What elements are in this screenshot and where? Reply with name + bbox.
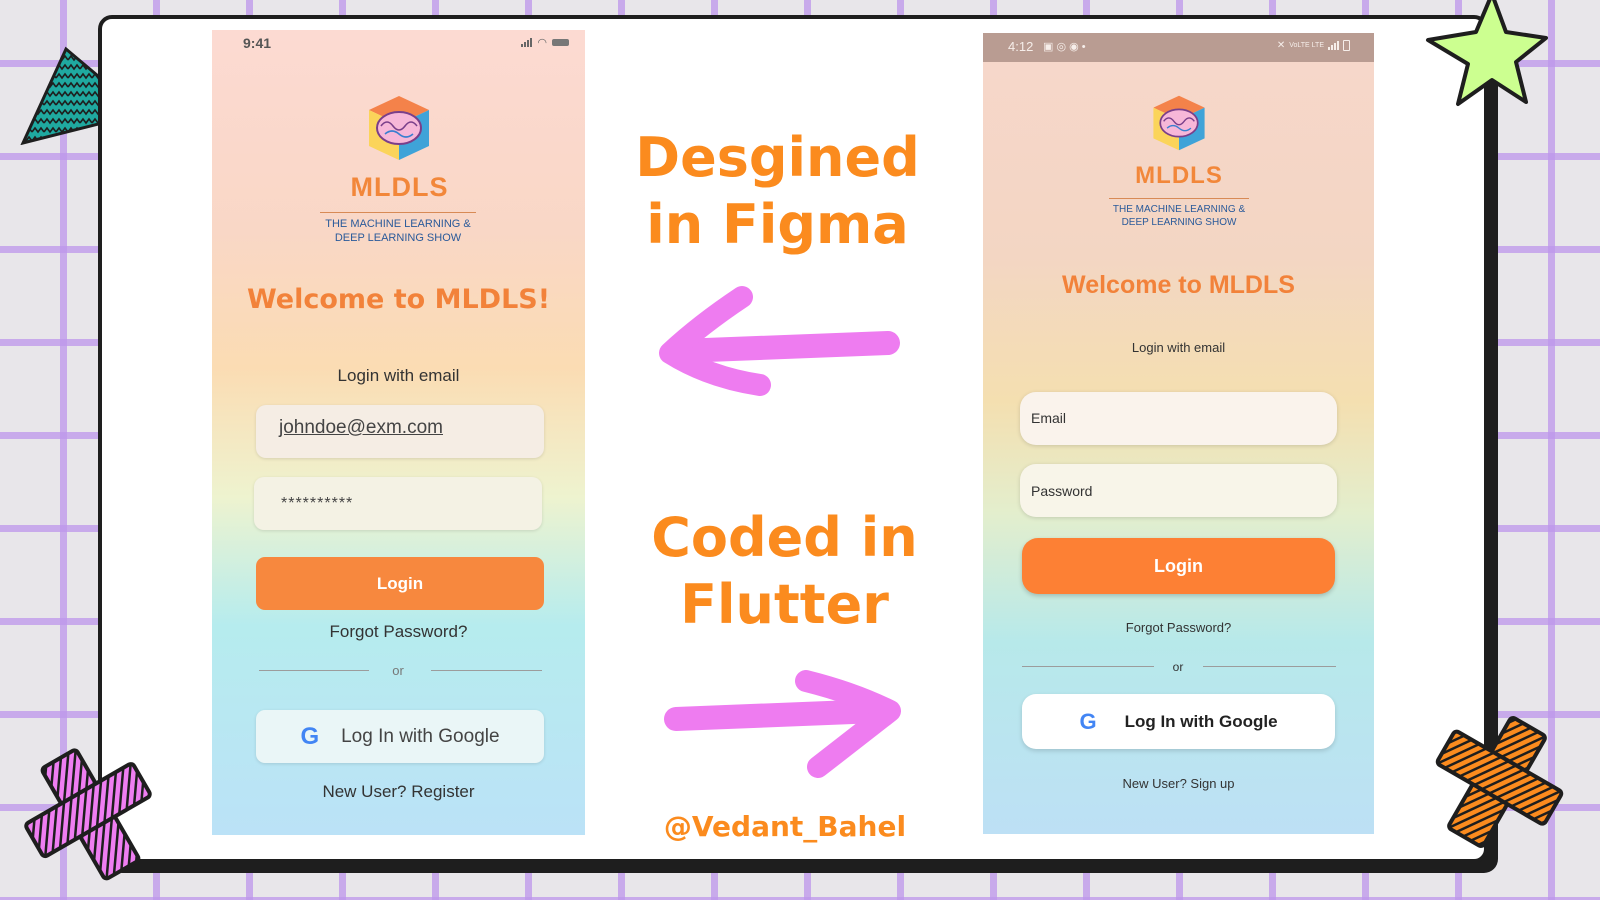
signal-icon [521,38,533,47]
striped-cross-pink-icon [24,748,152,881]
battery-icon [1343,40,1350,51]
logo-subtitle-line2: DEEP LEARNING SHOW [1121,217,1237,228]
email-value: johndoe@exm.com [279,417,443,438]
author-handle: @Vedant_Bahel [663,810,907,843]
notification-icons: ▣ ◎ ◉ • [1043,41,1086,53]
email-placeholder: Email [1031,410,1067,426]
status-time: 4:12 [1008,39,1034,54]
figma-phone-mockup: 9:41 ◠ MLDLS THE MACHINE LEARNING & DEEP… [212,30,585,835]
figma-caption-line1: Desgined [635,126,920,189]
status-icons: ◠ [521,36,569,49]
google-icon: G [1079,708,1097,734]
wifi-icon: ◠ [537,37,547,49]
login-with-email-label: Login with email [337,366,460,385]
google-login-button[interactable]: G Log In with Google [1022,694,1335,749]
flutter-phone-screenshot: 4:12 ▣ ◎ ◉ • ✕ VoLTE LTE MLDLS THE MACHI… [983,33,1374,834]
flutter-caption-line1: Coded in [651,506,918,569]
logo-divider [1109,198,1249,199]
logo-divider [320,212,476,213]
signup-link[interactable]: New User? Sign up [983,776,1374,791]
arrow-right-icon [664,670,901,778]
google-button-label: Log In with Google [1124,711,1278,731]
logo-subtitle: THE MACHINE LEARNING & DEEP LEARNING SHO… [308,217,488,246]
register-link[interactable]: New User? Register [212,782,585,802]
logo-wordmark: MLDLS [350,172,449,202]
network-label: VoLTE LTE [1289,42,1324,49]
flutter-caption-line2: Flutter [680,573,889,637]
star-icon [1426,0,1548,106]
login-button[interactable]: Login [256,557,544,610]
status-bar: 4:12 ▣ ◎ ◉ • ✕ VoLTE LTE [983,33,1374,62]
brain-cube-logo-icon [1153,95,1205,151]
battery-icon [552,39,569,46]
forgot-password-link[interactable]: Forgot Password? [212,622,585,642]
mute-icon: ✕ [1276,40,1286,51]
google-button-label: Log In with Google [341,725,500,747]
forgot-password-link[interactable]: Forgot Password? [983,620,1374,635]
arrow-left-icon [659,286,900,396]
figma-caption-line2: in Figma [646,193,909,257]
divider-right [431,670,542,671]
or-label: or [392,663,404,678]
welcome-heading: Welcome to MLDLS! [246,284,551,315]
logo-subtitle: THE MACHINE LEARNING & DEEP LEARNING SHO… [1099,203,1259,229]
password-value: ********** [281,495,354,512]
password-placeholder: Password [1031,483,1093,499]
logo-wordmark: MLDLS [1135,162,1223,189]
signal-icon [1328,41,1339,50]
brain-cube-logo-icon [369,96,429,160]
divider-left [259,670,369,671]
logo-subtitle-line1: THE MACHINE LEARNING & [325,218,471,230]
flutter-caption: Coded in Flutter [622,508,947,635]
email-input[interactable] [1020,392,1337,445]
login-button[interactable]: Login [1022,538,1335,594]
welcome-heading: Welcome to MLDLS [1062,271,1295,299]
status-time: 9:41 [243,35,272,51]
login-with-email-label: Login with email [1131,340,1226,355]
status-icons: ✕ VoLTE LTE [1277,40,1350,51]
status-bar: 9:41 ◠ [212,30,585,56]
figma-caption: Desgined in Figma [615,128,940,255]
divider-left [1022,666,1154,667]
or-label: or [1172,660,1184,674]
google-icon: G [300,722,320,750]
logo-subtitle-line1: THE MACHINE LEARNING & [1112,204,1246,215]
google-login-button[interactable]: G Log In with Google [256,710,544,763]
divider-right [1203,666,1336,667]
striped-cross-orange-icon [1435,716,1564,848]
logo-subtitle-line2: DEEP LEARNING SHOW [334,232,462,245]
